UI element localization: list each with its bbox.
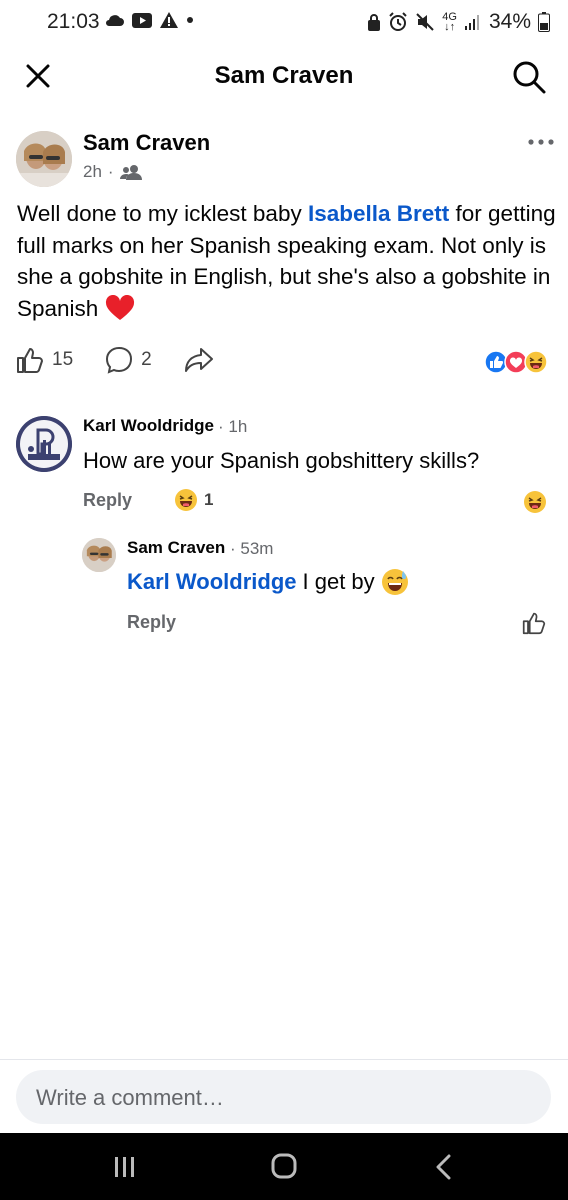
- warning-icon: [160, 12, 178, 28]
- post-time[interactable]: 2h: [83, 162, 102, 182]
- reply-mention[interactable]: Karl Wooldridge: [127, 569, 297, 595]
- comment-icon: [106, 346, 133, 374]
- reply-reply-button[interactable]: Reply: [127, 612, 176, 633]
- back-icon[interactable]: [434, 1154, 454, 1180]
- commenter-avatar[interactable]: [16, 416, 72, 472]
- search-icon[interactable]: [510, 58, 548, 96]
- home-icon[interactable]: [270, 1152, 298, 1180]
- lock-icon: [368, 14, 381, 31]
- mute-icon: [416, 13, 434, 31]
- reply-author[interactable]: Sam Craven: [127, 538, 225, 558]
- status-system-icons: 4G ↓↑ 34%: [367, 10, 550, 34]
- comment-count: 2: [141, 349, 152, 370]
- dot-icon: [187, 17, 193, 23]
- like-count: 15: [52, 349, 74, 370]
- reply-text: Karl Wooldridge I get by: [127, 568, 409, 596]
- reply-author-avatar[interactable]: [82, 538, 116, 572]
- alarm-icon: [389, 12, 407, 31]
- post-mention[interactable]: Isabella Brett: [308, 201, 449, 226]
- comment-time: · 1h: [218, 417, 248, 436]
- status-notification-icons: [104, 12, 194, 28]
- composer-divider: [0, 1059, 568, 1060]
- haha-reaction-icon: [175, 489, 197, 511]
- status-time: 21:03: [47, 10, 100, 33]
- grinning-sweat-emoji-icon: [381, 569, 408, 595]
- like-button[interactable]: 15: [16, 346, 73, 374]
- post-body: Well done to my icklest baby Isabella Br…: [17, 198, 557, 324]
- post-author-name[interactable]: Sam Craven: [83, 130, 210, 156]
- comment-composer[interactable]: [16, 1070, 551, 1126]
- more-options-icon[interactable]: [526, 134, 556, 150]
- network-label: 4G ↓↑: [442, 11, 457, 33]
- post-text-start: Well done to my icklest baby: [17, 201, 308, 226]
- avatar-photo: [82, 538, 116, 572]
- like-icon: [17, 348, 43, 373]
- battery-icon: [538, 12, 550, 32]
- comment-input[interactable]: [34, 1070, 538, 1126]
- haha-react-button-icon[interactable]: [523, 490, 547, 514]
- comment-reply-button[interactable]: Reply: [83, 490, 132, 511]
- like-icon[interactable]: [522, 611, 546, 635]
- friends-icon: [119, 165, 142, 180]
- cloud-icon: [106, 15, 124, 26]
- post-actions: 15 2: [16, 346, 246, 374]
- karl-logo-avatar: [16, 416, 72, 472]
- comment-button[interactable]: 2: [105, 346, 152, 374]
- comment-reaction-count: 1: [204, 490, 214, 509]
- signal-icon: [464, 15, 479, 30]
- avatar-photo: [16, 131, 72, 187]
- reply-body: I get by: [302, 569, 375, 594]
- page-title: Sam Craven: [214, 62, 354, 89]
- post-author-avatar[interactable]: [16, 131, 72, 187]
- reaction-summary[interactable]: [484, 350, 548, 374]
- reply-time: · 53m: [230, 539, 274, 558]
- red-heart-icon: [105, 294, 134, 320]
- comment-reaction-summary[interactable]: 1: [174, 488, 213, 512]
- meta-separator: ·: [107, 162, 114, 181]
- post-meta: 2h ·: [83, 162, 142, 182]
- haha-reaction-icon: [524, 350, 548, 374]
- share-icon: [184, 348, 213, 372]
- battery-percent: 34%: [488, 10, 531, 33]
- youtube-icon: [132, 12, 152, 28]
- comment-author[interactable]: Karl Wooldridge: [83, 416, 214, 436]
- share-button[interactable]: [184, 346, 214, 374]
- comment-text: How are your Spanish gobshittery skills?: [83, 448, 480, 473]
- recent-apps-icon[interactable]: [113, 1155, 137, 1179]
